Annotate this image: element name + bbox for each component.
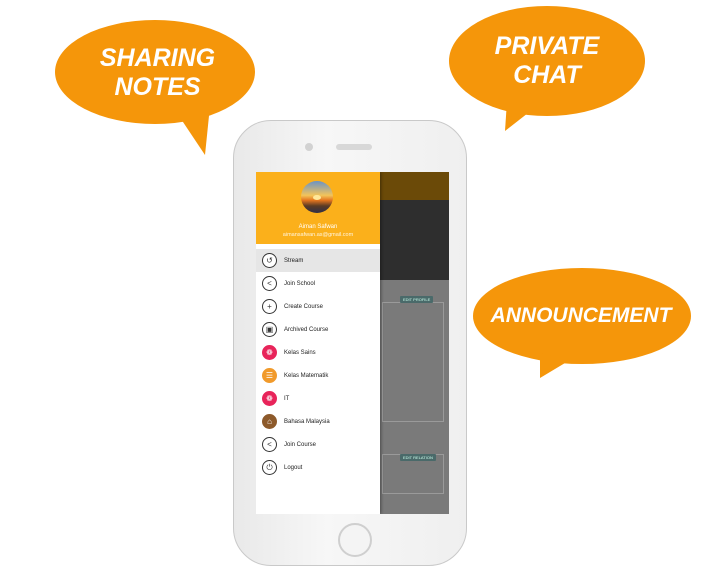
menu-item-label: Stream [284, 257, 304, 264]
home-button[interactable] [338, 523, 372, 557]
menu-item-label: Logout [284, 464, 303, 471]
menu-item-label: IT [284, 395, 290, 402]
drawer-menu: ↺ Stream < Join School + Create Course ▣… [256, 249, 380, 479]
menu-item-label: Kelas Sains [284, 349, 316, 356]
atom-icon: ❁ [262, 345, 277, 360]
menu-item-stream[interactable]: ↺ Stream [256, 249, 380, 272]
user-name: Aiman Safwan [298, 224, 338, 230]
bubble-text-line2: CHAT [513, 61, 581, 89]
announcement-bubble: ANNOUNCEMENT [470, 268, 692, 378]
menu-item-create-course[interactable]: + Create Course [256, 295, 380, 318]
power-icon: ⏻ [262, 460, 277, 475]
menu-item-it[interactable]: ❁ IT [256, 387, 380, 410]
menu-item-label: Join School [284, 280, 316, 287]
phone-screen: EDIT PROFILE EDIT RELATION Aiman Safwan … [256, 172, 449, 514]
bubble-text-line1: PRIVATE [494, 32, 600, 61]
camera-icon [305, 143, 313, 151]
menu-item-kelas-sains[interactable]: ❁ Kelas Sains [256, 341, 380, 364]
sharing-notes-bubble: SHARING NOTES [55, 20, 260, 155]
menu-item-logout[interactable]: ⏻ Logout [256, 456, 380, 479]
menu-item-join-school[interactable]: < Join School [256, 272, 380, 295]
share-icon: < [262, 276, 277, 291]
abacus-icon: ☰ [262, 368, 277, 383]
avatar[interactable] [301, 181, 333, 213]
bubble-text-line1: SHARING [99, 43, 216, 72]
edit-relation-button[interactable]: EDIT RELATION [400, 454, 436, 461]
menu-item-label: Join Course [284, 441, 317, 448]
share-icon: < [262, 437, 277, 452]
profile-card [382, 302, 444, 422]
history-icon: ↺ [262, 253, 277, 268]
atom-icon: ❁ [262, 391, 277, 406]
menu-item-label: Archived Course [284, 326, 329, 333]
menu-item-label: Create Course [284, 303, 324, 310]
menu-item-bahasa-malaysia[interactable]: ⌂ Bahasa Malaysia [256, 410, 380, 433]
menu-item-kelas-matematik[interactable]: ☰ Kelas Matematik [256, 364, 380, 387]
menu-item-archived-course[interactable]: ▣ Archived Course [256, 318, 380, 341]
bubble-text-line2: NOTES [114, 72, 201, 101]
menu-item-label: Bahasa Malaysia [284, 418, 330, 425]
plus-icon: + [262, 299, 277, 314]
menu-item-join-course[interactable]: < Join Course [256, 433, 380, 456]
drawer-header: Aiman Safwan aimansafwan.as@gmail.com [256, 172, 380, 244]
menu-item-label: Kelas Matematik [284, 372, 329, 379]
archive-icon: ▣ [262, 322, 277, 337]
edit-profile-button[interactable]: EDIT PROFILE [400, 296, 434, 303]
speaker-grille [336, 144, 372, 150]
navigation-drawer: Aiman Safwan aimansafwan.as@gmail.com ↺ … [256, 172, 380, 514]
bubble-text: ANNOUNCEMENT [490, 303, 672, 327]
user-email: aimansafwan.as@gmail.com [282, 232, 354, 238]
private-chat-bubble: PRIVATE CHAT [447, 6, 647, 131]
building-icon: ⌂ [262, 414, 277, 429]
